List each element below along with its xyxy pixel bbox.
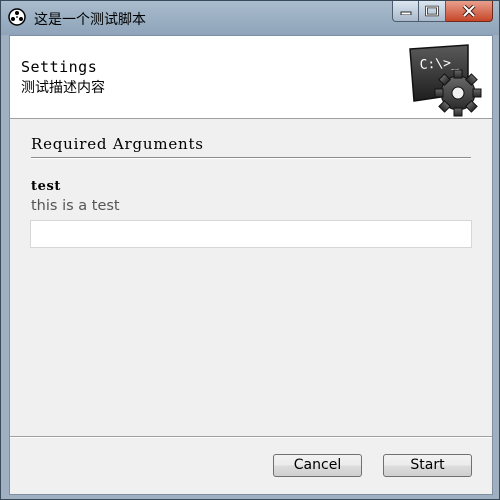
- maximize-button[interactable]: [419, 1, 446, 22]
- cancel-button[interactable]: Cancel: [273, 454, 362, 477]
- close-icon: [462, 5, 476, 17]
- close-button[interactable]: [446, 1, 493, 22]
- caption-buttons: [392, 1, 493, 23]
- maximize-icon: [425, 5, 439, 17]
- minimize-button[interactable]: [392, 1, 419, 22]
- minimize-icon: [400, 11, 411, 15]
- console-gear-icon: C:\>_: [409, 44, 482, 117]
- section-title: Required Arguments: [31, 135, 204, 153]
- title-bar[interactable]: 这是一个测试脚本: [1, 1, 499, 35]
- argument-help-text: this is a test: [31, 198, 120, 214]
- header-title: Settings: [21, 58, 98, 76]
- app-window: 这是一个测试脚本 Settings 测试描述内容 C:\>_ Required …: [0, 0, 500, 500]
- start-button[interactable]: Start: [383, 454, 472, 477]
- client-area: Settings 测试描述内容 C:\>_ Required Arguments…: [9, 35, 493, 495]
- window-title: 这是一个测试脚本: [34, 12, 146, 28]
- header-description: 测试描述内容: [21, 80, 105, 96]
- footer-divider: [10, 436, 492, 438]
- argument-name: test: [31, 179, 61, 194]
- section-divider: [31, 157, 471, 159]
- test-argument-input[interactable]: [30, 220, 472, 248]
- settings-header: Settings 测试描述内容 C:\>_: [10, 36, 492, 119]
- console-prompt-text: C:\>_: [419, 55, 459, 73]
- app-film-reel-icon: [8, 8, 26, 26]
